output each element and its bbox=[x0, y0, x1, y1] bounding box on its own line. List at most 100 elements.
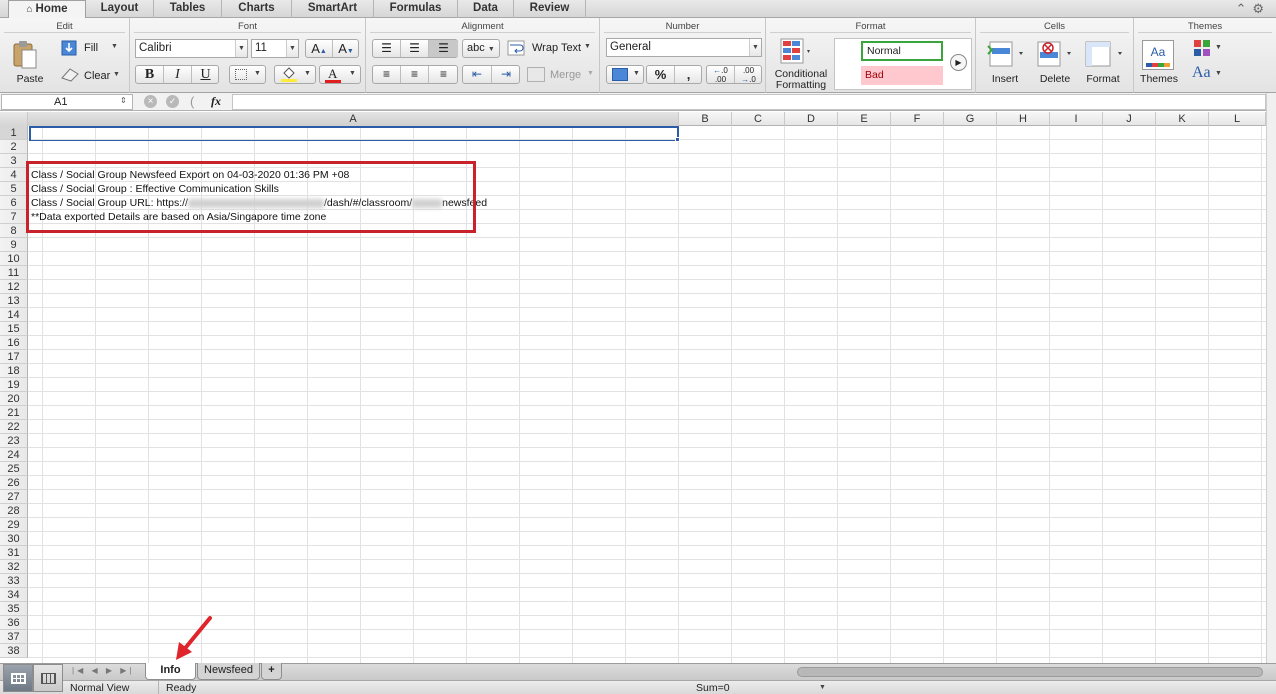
chevron-down-icon[interactable]: ▼ bbox=[819, 684, 826, 691]
row-header[interactable]: 30 bbox=[0, 532, 28, 546]
row-header[interactable]: 35 bbox=[0, 602, 28, 616]
row-header[interactable]: 5 bbox=[0, 182, 28, 196]
accounting-format-button[interactable]: ▼ bbox=[606, 65, 644, 84]
conditional-formatting-button[interactable]: Conditional Formatting bbox=[766, 69, 836, 91]
name-box-stepper-icon[interactable]: ⇕ bbox=[120, 96, 127, 105]
selected-cell-a1[interactable] bbox=[29, 126, 679, 141]
row-header[interactable]: 11 bbox=[0, 266, 28, 280]
chevron-down-icon[interactable]: ▼ bbox=[1215, 44, 1222, 51]
align-right-icon[interactable]: ≡ bbox=[429, 66, 458, 83]
paste-button[interactable]: Paste bbox=[12, 74, 48, 85]
column-header[interactable]: F bbox=[891, 112, 944, 126]
increase-decimal-icon[interactable]: ←.0.00 bbox=[707, 66, 735, 84]
fill-button[interactable]: Fill bbox=[84, 42, 98, 54]
increase-font-size-icon[interactable]: A▲ bbox=[306, 40, 333, 57]
bold-button[interactable]: B bbox=[136, 66, 164, 83]
clear-button[interactable]: Clear bbox=[84, 70, 110, 82]
conditional-formatting-icon[interactable] bbox=[780, 38, 812, 66]
column-header[interactable]: D bbox=[785, 112, 838, 126]
row-header[interactable]: 33 bbox=[0, 574, 28, 588]
row-header[interactable]: 15 bbox=[0, 322, 28, 336]
row-header[interactable]: 29 bbox=[0, 518, 28, 532]
row-header[interactable]: 13 bbox=[0, 294, 28, 308]
row-header[interactable]: 20 bbox=[0, 392, 28, 406]
format-cells-icon[interactable] bbox=[1082, 38, 1126, 70]
column-header[interactable]: C bbox=[732, 112, 785, 126]
row-header[interactable]: 6 bbox=[0, 196, 28, 210]
row-header[interactable]: 19 bbox=[0, 378, 28, 392]
font-size-select[interactable]: 11 ▼ bbox=[251, 39, 299, 58]
row-header[interactable]: 8 bbox=[0, 224, 28, 238]
comma-style-button[interactable]: , bbox=[675, 66, 702, 83]
row-header[interactable]: 38 bbox=[0, 644, 28, 658]
column-header[interactable]: I bbox=[1050, 112, 1103, 126]
row-header[interactable]: 26 bbox=[0, 476, 28, 490]
number-format-select[interactable]: General ▼ bbox=[606, 38, 762, 57]
column-header[interactable]: H bbox=[997, 112, 1050, 126]
borders-button[interactable]: ▼ bbox=[229, 65, 266, 84]
row-header[interactable]: 2 bbox=[0, 140, 28, 154]
row-header[interactable]: 23 bbox=[0, 434, 28, 448]
sheet-tab-newsfeed[interactable]: Newsfeed bbox=[197, 663, 260, 680]
style-bad[interactable]: Bad bbox=[861, 66, 943, 85]
align-bottom-icon[interactable]: ☰ bbox=[429, 40, 458, 57]
tab-home[interactable]: ⌂ Home bbox=[8, 0, 86, 19]
formula-input[interactable] bbox=[232, 94, 1266, 110]
row-header[interactable]: 7 bbox=[0, 210, 28, 224]
column-header[interactable]: E bbox=[838, 112, 891, 126]
paste-icon[interactable] bbox=[12, 40, 38, 70]
horizontal-scrollbar[interactable] bbox=[797, 667, 1263, 677]
tab-formulas[interactable]: Formulas bbox=[374, 0, 458, 18]
chevron-down-icon[interactable]: ▼ bbox=[1215, 70, 1222, 77]
column-header[interactable]: B bbox=[679, 112, 732, 126]
increase-indent-icon[interactable]: ⇥ bbox=[492, 66, 520, 83]
row-header[interactable]: 28 bbox=[0, 504, 28, 518]
collapse-ribbon-icon[interactable]: ⌃ bbox=[1235, 1, 1252, 16]
row-header[interactable]: 32 bbox=[0, 560, 28, 574]
add-sheet-button[interactable]: + bbox=[261, 663, 282, 680]
row-header[interactable]: 21 bbox=[0, 406, 28, 420]
column-header[interactable]: L bbox=[1209, 112, 1266, 126]
row-header[interactable]: 36 bbox=[0, 616, 28, 630]
wrap-text-button[interactable]: Wrap Text bbox=[532, 42, 581, 54]
themes-button[interactable]: Themes bbox=[1136, 74, 1182, 85]
row-header[interactable]: 37 bbox=[0, 630, 28, 644]
row-header[interactable]: 3 bbox=[0, 154, 28, 168]
page-layout-view-button[interactable] bbox=[33, 664, 63, 692]
align-center-icon[interactable]: ≡ bbox=[401, 66, 429, 83]
cancel-entry-icon[interactable]: × bbox=[144, 95, 157, 108]
row-header[interactable]: 1 bbox=[0, 126, 28, 140]
row-header[interactable]: 24 bbox=[0, 448, 28, 462]
tab-review[interactable]: Review bbox=[514, 0, 586, 18]
fill-color-button[interactable]: ▼ bbox=[274, 65, 316, 84]
row-header[interactable]: 4 bbox=[0, 168, 28, 182]
select-all-corner[interactable] bbox=[0, 112, 28, 126]
clear-dropdown-icon[interactable]: ▼ bbox=[113, 71, 120, 78]
merge-button[interactable]: Merge bbox=[550, 69, 581, 81]
decrease-font-size-icon[interactable]: A▼ bbox=[333, 40, 359, 57]
column-header[interactable]: J bbox=[1103, 112, 1156, 126]
decrease-decimal-icon[interactable]: .00 →.0 bbox=[735, 66, 762, 84]
delete-button[interactable]: Delete bbox=[1032, 74, 1078, 85]
row-header[interactable]: 17 bbox=[0, 350, 28, 364]
insert-cells-icon[interactable] bbox=[986, 38, 1028, 70]
tab-smartart[interactable]: SmartArt bbox=[292, 0, 374, 18]
tab-tables[interactable]: Tables bbox=[154, 0, 222, 18]
column-header[interactable]: G bbox=[944, 112, 997, 126]
confirm-entry-icon[interactable]: ✓ bbox=[166, 95, 179, 108]
row-header[interactable]: 9 bbox=[0, 238, 28, 252]
tab-charts[interactable]: Charts bbox=[222, 0, 292, 18]
format-button[interactable]: Format bbox=[1080, 74, 1126, 85]
gallery-next-icon[interactable]: ▶ bbox=[950, 54, 967, 71]
style-normal[interactable]: Normal bbox=[861, 41, 943, 61]
name-box[interactable]: A1 bbox=[1, 94, 133, 110]
delete-cells-icon[interactable] bbox=[1034, 38, 1076, 70]
decrease-indent-icon[interactable]: ⇤ bbox=[463, 66, 492, 83]
font-color-button[interactable]: A ▼ bbox=[319, 65, 361, 84]
insert-button[interactable]: Insert bbox=[982, 74, 1028, 85]
row-header[interactable]: 27 bbox=[0, 490, 28, 504]
percent-style-button[interactable]: % bbox=[647, 66, 675, 83]
align-middle-icon[interactable]: ☰ bbox=[401, 40, 429, 57]
row-header[interactable]: 25 bbox=[0, 462, 28, 476]
row-header[interactable]: 14 bbox=[0, 308, 28, 322]
